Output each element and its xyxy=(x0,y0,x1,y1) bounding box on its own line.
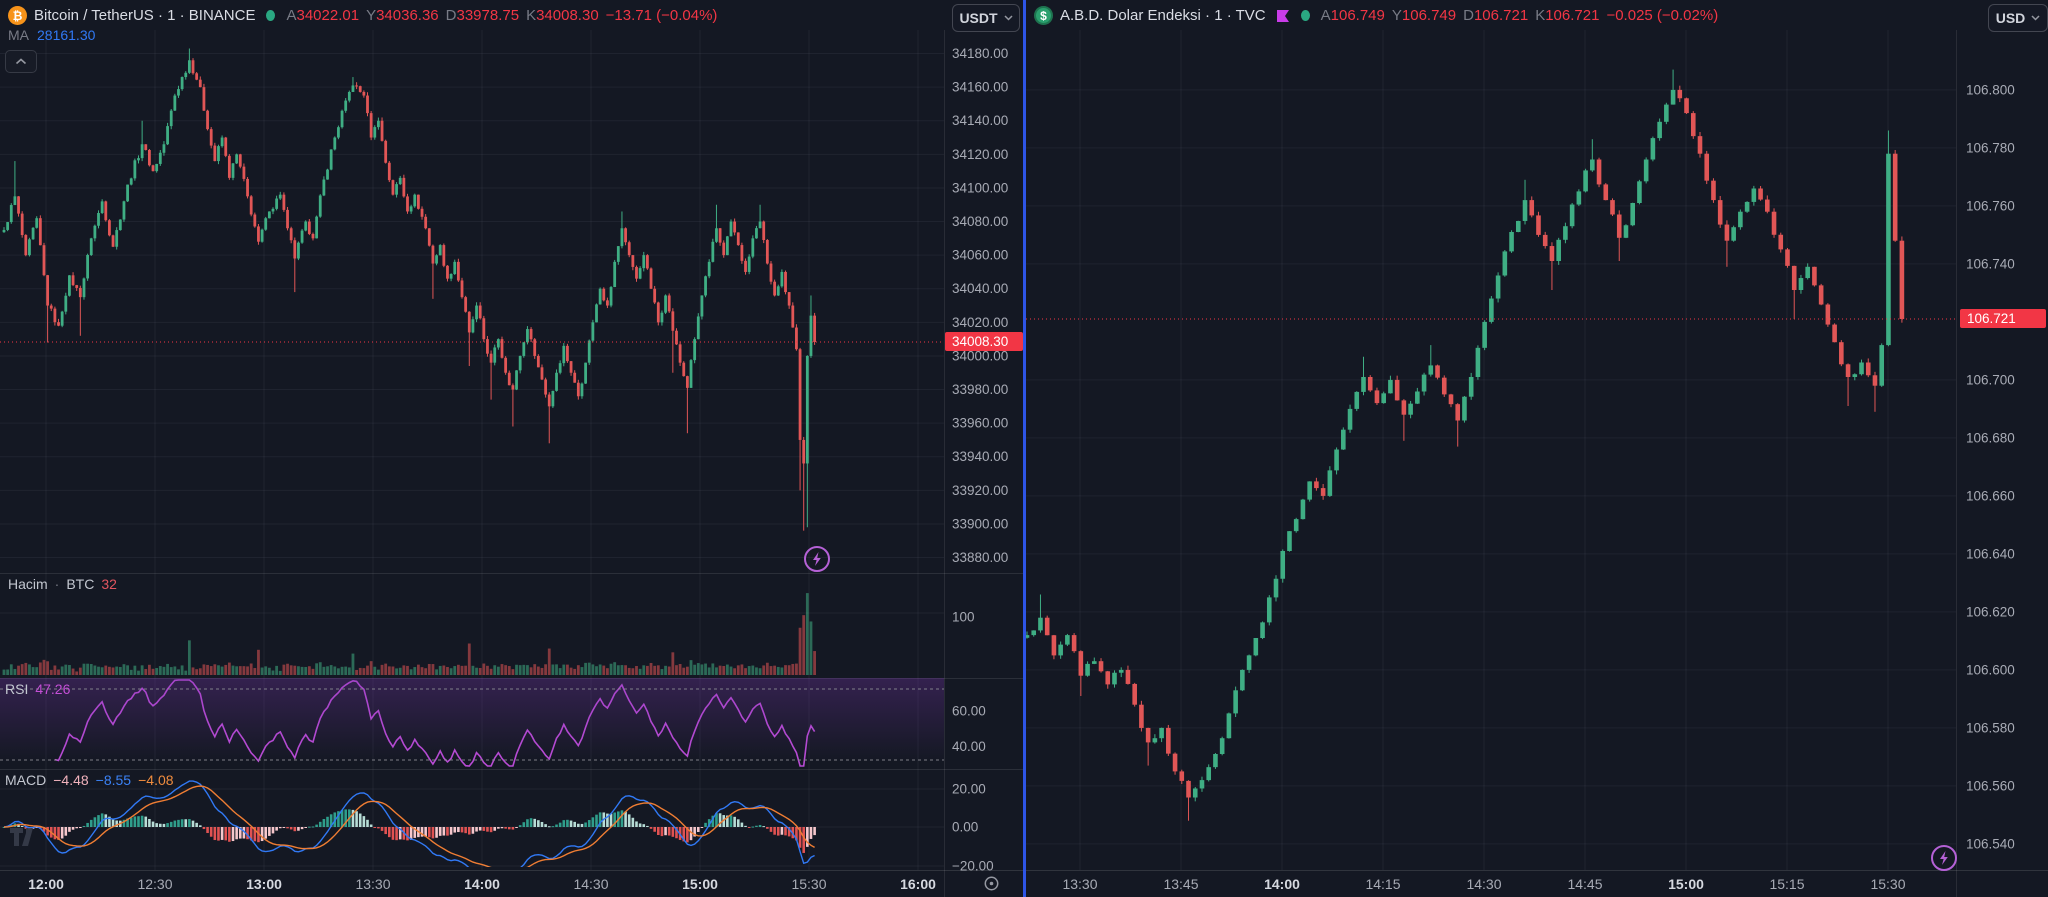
low-value: 106.721 xyxy=(1474,7,1528,24)
macd-signal-value: −4.08 xyxy=(138,772,173,788)
dxy-symbol-title[interactable]: A.B.D. Dolar Endeksi · 1 · TVC xyxy=(1060,7,1266,24)
macd-line-value: −8.55 xyxy=(96,772,131,788)
dxy-last-price-badge: 106.721 xyxy=(1960,309,2046,328)
trading-workspace: 12:0012:3013:0013:3014:0014:3015:0015:30… xyxy=(0,0,2048,897)
macd-pane-legend[interactable]: MACD −4.48 −8.55 −4.08 xyxy=(5,772,174,788)
dxy-chart-panel: 13:3013:4514:0014:1514:3014:4515:0015:15… xyxy=(1026,0,2048,897)
usd-dropdown-label: USD xyxy=(1996,10,2026,26)
dxy-legend-row[interactable]: $ A.B.D. Dolar Endeksi · 1 · TVC A106.74… xyxy=(1034,6,1718,25)
low-label: D xyxy=(1463,7,1474,24)
change-value: −0.025 (−0.02%) xyxy=(1606,7,1718,24)
volume-unit: BTC xyxy=(66,576,94,592)
ma-value: 28161.30 xyxy=(37,27,95,43)
quote-currency-dropdown-usd[interactable]: USD xyxy=(1988,4,2048,32)
high-label: Y xyxy=(366,7,376,24)
instant-trading-lightning-icon[interactable] xyxy=(800,542,834,581)
open-value: 106.749 xyxy=(1331,7,1385,24)
low-label: D xyxy=(446,7,457,24)
rsi-label: RSI xyxy=(5,681,28,697)
market-status-dot xyxy=(1301,10,1310,21)
btc-time-axis[interactable] xyxy=(0,870,944,897)
rsi-value: 47.26 xyxy=(35,681,70,697)
open-label: A xyxy=(286,7,296,24)
btc-price-axis[interactable] xyxy=(944,30,1023,870)
close-label: K xyxy=(526,7,536,24)
dot-separator: · xyxy=(55,576,60,592)
purple-flag-icon[interactable] xyxy=(1277,9,1290,23)
dxy-price-axis[interactable] xyxy=(1956,30,2048,870)
high-value: 106.749 xyxy=(1402,7,1456,24)
volume-value: 32 xyxy=(101,576,117,592)
btc-chart-panel: 12:0012:3013:0013:3014:0014:3015:0015:30… xyxy=(0,0,1023,897)
open-label: A xyxy=(1321,7,1331,24)
dollar-icon: $ xyxy=(1034,6,1053,25)
time-axis-settings-icon[interactable] xyxy=(982,874,1001,897)
dxy-chart-canvas[interactable]: 13:3013:4514:0014:1514:3014:4515:0015:15… xyxy=(1026,0,2048,897)
macd-label: MACD xyxy=(5,772,46,788)
market-status-dot xyxy=(266,10,275,21)
volume-pane-legend[interactable]: Hacim · BTC 32 xyxy=(8,576,117,592)
chevron-down-icon xyxy=(1004,15,1013,21)
quote-currency-dropdown-usdt[interactable]: USDT xyxy=(952,4,1020,32)
close-value: 34008.30 xyxy=(536,7,599,24)
ma-indicator-row[interactable]: MA 28161.30 xyxy=(8,27,95,43)
instant-trading-lightning-icon[interactable] xyxy=(1927,841,1961,880)
rsi-pane-legend[interactable]: RSI 47.26 xyxy=(5,681,70,697)
volume-label: Hacim xyxy=(8,576,48,592)
usdt-dropdown-label: USDT xyxy=(959,10,997,26)
chevron-down-icon xyxy=(2031,15,2040,21)
btc-legend-row[interactable]: ₿ Bitcoin / TetherUS · 1 · BINANCE A3402… xyxy=(8,6,717,25)
btc-chart-canvas[interactable]: 12:0012:3013:0013:3014:0014:3015:0015:30… xyxy=(0,0,1023,897)
open-value: 34022.01 xyxy=(296,7,359,24)
dxy-time-axis[interactable] xyxy=(1026,870,1926,897)
chevron-up-icon xyxy=(15,58,27,65)
low-value: 33978.75 xyxy=(457,7,520,24)
macd-hist-value: −4.48 xyxy=(53,772,88,788)
btc-last-price-badge: 34008.30 xyxy=(945,332,1023,351)
tradingview-watermark xyxy=(10,828,40,855)
close-value: 106.721 xyxy=(1545,7,1599,24)
legend-collapse-button[interactable] xyxy=(5,50,37,73)
high-value: 34036.36 xyxy=(376,7,439,24)
close-label: K xyxy=(1535,7,1545,24)
bitcoin-icon: ₿ xyxy=(8,6,27,25)
high-label: Y xyxy=(1392,7,1402,24)
ma-label: MA xyxy=(8,27,29,43)
btc-symbol-title[interactable]: Bitcoin / TetherUS · 1 · BINANCE xyxy=(34,7,255,24)
change-value: −13.71 (−0.04%) xyxy=(606,7,718,24)
